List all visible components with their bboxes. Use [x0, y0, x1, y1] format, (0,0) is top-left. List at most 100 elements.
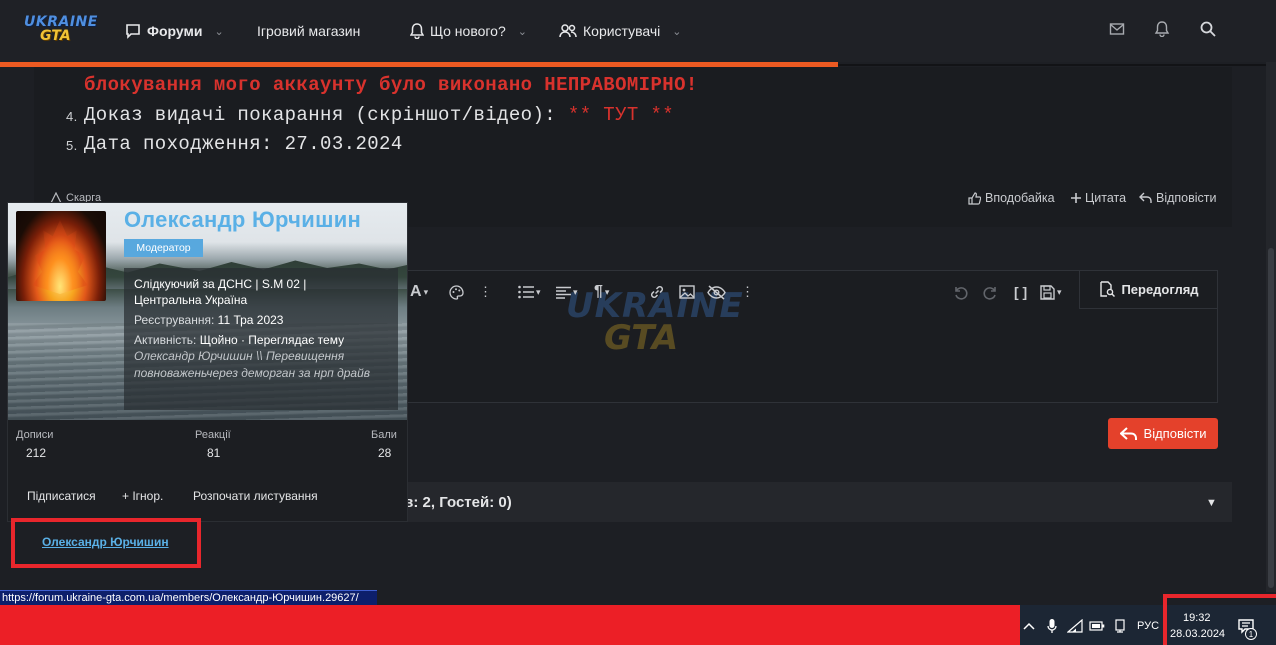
- nav-forums-label: Форуми: [147, 23, 203, 39]
- nav-whats-new[interactable]: Що нового? ⌄: [410, 19, 527, 43]
- align-button[interactable]: ▾: [556, 283, 578, 301]
- reactions-label: Реакції: [195, 429, 231, 441]
- chevron-down-icon: ⌄: [214, 25, 224, 38]
- redo-icon: [983, 287, 996, 300]
- points-value[interactable]: 28: [378, 446, 391, 460]
- mail-icon[interactable]: [1109, 21, 1127, 39]
- caret-down-icon: ▾: [573, 286, 578, 297]
- preview-icon: [1099, 281, 1116, 297]
- link-icon: [650, 285, 664, 299]
- member-name[interactable]: Олександр Юрчишин: [124, 207, 361, 233]
- scrollbar-thumb[interactable]: [1268, 248, 1274, 588]
- taskbar-redacted-area: [0, 605, 1020, 645]
- registered-value: 11 Тра 2023: [217, 313, 284, 327]
- list-button[interactable]: ▾: [518, 283, 541, 301]
- member-info-panel: Слідкуючий за ДСНС | S.M 02 | Центральна…: [124, 268, 398, 410]
- color-button[interactable]: [449, 283, 464, 301]
- plus-icon: [1071, 193, 1081, 203]
- network-icon[interactable]: [1067, 618, 1083, 634]
- nav-whats-new-label: Що нового?: [430, 23, 506, 39]
- more-options-icon[interactable]: ⋮: [479, 283, 492, 301]
- member-registered: Реєстрування: 11 Тра 2023: [134, 312, 388, 328]
- editor-watermark-logo: UKRAINE GTA: [566, 286, 743, 366]
- display-icon[interactable]: [1112, 618, 1128, 634]
- battery-icon[interactable]: [1089, 618, 1105, 634]
- chat-icon: [125, 23, 141, 39]
- reply-icon: [1139, 192, 1152, 204]
- clock-date[interactable]: 28.03.2024: [1170, 628, 1225, 640]
- palette-icon: [449, 284, 464, 300]
- bell-icon: [410, 23, 424, 39]
- posts-value[interactable]: 212: [26, 446, 46, 460]
- undo-icon: [955, 287, 968, 300]
- bell-icon[interactable]: [1154, 21, 1172, 39]
- reactions-value[interactable]: 81: [207, 446, 220, 460]
- site-logo[interactable]: UKRAINE GTA: [22, 12, 97, 48]
- activity-label: Активність:: [134, 333, 197, 347]
- undo-button[interactable]: [952, 283, 968, 301]
- activity-topic-link[interactable]: Олександр Юрчишин \\ Перевищення повнова…: [134, 348, 388, 382]
- ignore-button[interactable]: + Ігнор.: [122, 489, 163, 503]
- proof-link[interactable]: ** ТУТ **: [568, 104, 674, 126]
- nav-users-label: Користувачі: [583, 23, 661, 39]
- search-icon[interactable]: [1200, 21, 1218, 39]
- submit-reply-label: Відповісти: [1143, 426, 1207, 441]
- chevron-down-icon: ⌄: [672, 25, 682, 38]
- preview-label: Передогляд: [1121, 281, 1199, 297]
- role-badge: Модератор: [124, 239, 203, 257]
- reply-icon: [1119, 426, 1138, 441]
- registered-label: Реєстрування:: [134, 313, 215, 327]
- caret-down-icon: ▾: [423, 286, 429, 297]
- nav-divider: [838, 64, 1276, 66]
- follow-button[interactable]: Підписатися: [27, 489, 96, 503]
- quote-button[interactable]: Цитата: [1071, 191, 1126, 205]
- input-language[interactable]: РУС: [1137, 620, 1159, 632]
- activity-value: Щойно · Переглядає тему: [199, 333, 345, 347]
- post-reply-button[interactable]: Відповісти: [1139, 191, 1217, 205]
- microphone-icon[interactable]: [1044, 618, 1060, 634]
- caret-down-icon: ▾: [1057, 286, 1062, 297]
- member-title-line1: Слідкуючий за ДСНС | S.M 02 |: [134, 277, 307, 291]
- spoiler-button[interactable]: [707, 283, 726, 301]
- bbcode-toggle-button[interactable]: [ ]: [1014, 283, 1027, 301]
- post-list-item-5: 5. Дата походження: 27.03.2024: [66, 133, 403, 155]
- font-size-button[interactable]: A ▾: [410, 283, 428, 301]
- caret-down-icon: ▾: [536, 286, 541, 297]
- like-label: Вподобайка: [985, 191, 1055, 205]
- link-status-url: https://forum.ukraine-gta.com.ua/members…: [0, 590, 377, 605]
- font-size-icon: A: [410, 283, 422, 300]
- nav-forums[interactable]: Форуми ⌄: [125, 19, 224, 43]
- caret-down-icon: ▾: [604, 286, 610, 297]
- start-conversation-button[interactable]: Розпочати листування: [193, 489, 318, 503]
- list-number: 5.: [66, 138, 78, 153]
- chevron-up-icon[interactable]: [1021, 618, 1037, 634]
- member-title-line2: Центральна Україна: [134, 293, 248, 307]
- brackets-icon: [ ]: [1014, 284, 1028, 300]
- post-text-illegal-ban: блокування мого аккаунту було виконано Н…: [84, 74, 698, 96]
- posts-label: Дописи: [16, 429, 54, 441]
- post-item-5-text: Дата походження: 27.03.2024: [84, 133, 403, 155]
- submit-reply-button[interactable]: Відповісти: [1108, 418, 1218, 449]
- image-button[interactable]: [679, 283, 695, 301]
- username-link[interactable]: Олександр Юрчишин: [42, 535, 169, 549]
- online-users-bar[interactable]: [405, 482, 1232, 522]
- redo-button[interactable]: [983, 283, 999, 301]
- nav-game-store[interactable]: Ігровий магазин: [257, 19, 360, 43]
- caret-down-icon[interactable]: ▼: [1206, 497, 1217, 509]
- clock-time[interactable]: 19:32: [1183, 612, 1211, 624]
- paragraph-button[interactable]: ¶ ▾: [594, 283, 609, 301]
- link-button[interactable]: [649, 283, 665, 301]
- paragraph-icon: ¶: [594, 283, 603, 300]
- post-list-item-4: 4. Доказ видачі покарання (скріншот/віде…: [66, 104, 674, 126]
- points-label: Бали: [371, 429, 397, 441]
- more-options-icon[interactable]: ⋮: [741, 283, 754, 301]
- like-button[interactable]: Вподобайка: [968, 191, 1055, 205]
- preview-button[interactable]: Передогляд: [1079, 270, 1218, 309]
- nav-users[interactable]: Користувачі ⌄: [559, 19, 682, 43]
- chevron-down-icon: ⌄: [517, 25, 527, 38]
- eye-slash-icon: [707, 284, 726, 300]
- drafts-button[interactable]: ▾: [1040, 283, 1062, 301]
- watermark-text-bottom: GTA: [604, 318, 679, 358]
- list-icon: [518, 285, 534, 299]
- image-icon: [679, 285, 695, 299]
